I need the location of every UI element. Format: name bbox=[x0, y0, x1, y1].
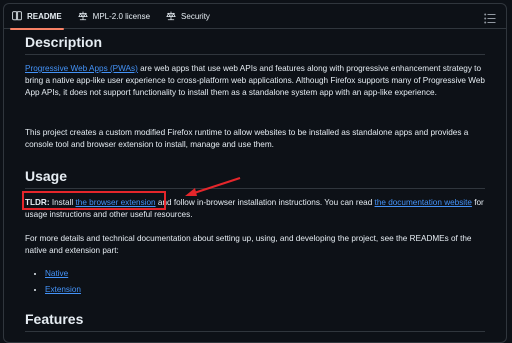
heading-description: Description bbox=[25, 34, 485, 55]
tab-license-label: MPL-2.0 license bbox=[92, 11, 151, 21]
description-paragraph-1: Progressive Web Apps (PWAs) are web apps… bbox=[25, 63, 485, 99]
tldr-paragraph: TLDR: Install the browser extension and … bbox=[25, 197, 485, 221]
tldr-text-1: Install bbox=[49, 198, 76, 207]
list-item: Extension bbox=[45, 284, 81, 296]
tldr-text-2: and follow in-browser installation instr… bbox=[155, 198, 375, 207]
native-link[interactable]: Native bbox=[45, 269, 68, 278]
heading-features: Features bbox=[25, 311, 485, 332]
tab-security-label: Security bbox=[181, 11, 210, 21]
documentation-website-link[interactable]: the documentation website bbox=[375, 198, 472, 207]
tab-readme[interactable]: README bbox=[10, 4, 64, 30]
book-icon bbox=[12, 11, 22, 21]
tab-security[interactable]: Security bbox=[166, 4, 210, 29]
list-menu-icon[interactable] bbox=[484, 11, 496, 24]
extension-link[interactable]: Extension bbox=[45, 285, 81, 294]
tab-license[interactable]: MPL-2.0 license bbox=[77, 4, 151, 29]
description-paragraph-2: This project creates a custom modified F… bbox=[25, 128, 469, 149]
tab-readme-label: README bbox=[27, 11, 62, 21]
scale-icon bbox=[77, 11, 88, 21]
heading-usage: Usage bbox=[25, 168, 485, 189]
readme-links-list: Native Extension bbox=[25, 268, 81, 300]
pwa-link[interactable]: Progressive Web Apps (PWAs) bbox=[25, 64, 138, 73]
details-paragraph: For more details and technical documenta… bbox=[25, 234, 472, 255]
tldr-label: TLDR: bbox=[25, 198, 50, 207]
readme-panel: README MPL-2.0 license Security Descript… bbox=[3, 3, 507, 343]
readme-tabbar: README MPL-2.0 license Security bbox=[4, 4, 506, 30]
scale-icon bbox=[166, 11, 176, 21]
list-item: Native bbox=[45, 268, 81, 280]
browser-extension-link[interactable]: the browser extension bbox=[76, 198, 156, 207]
